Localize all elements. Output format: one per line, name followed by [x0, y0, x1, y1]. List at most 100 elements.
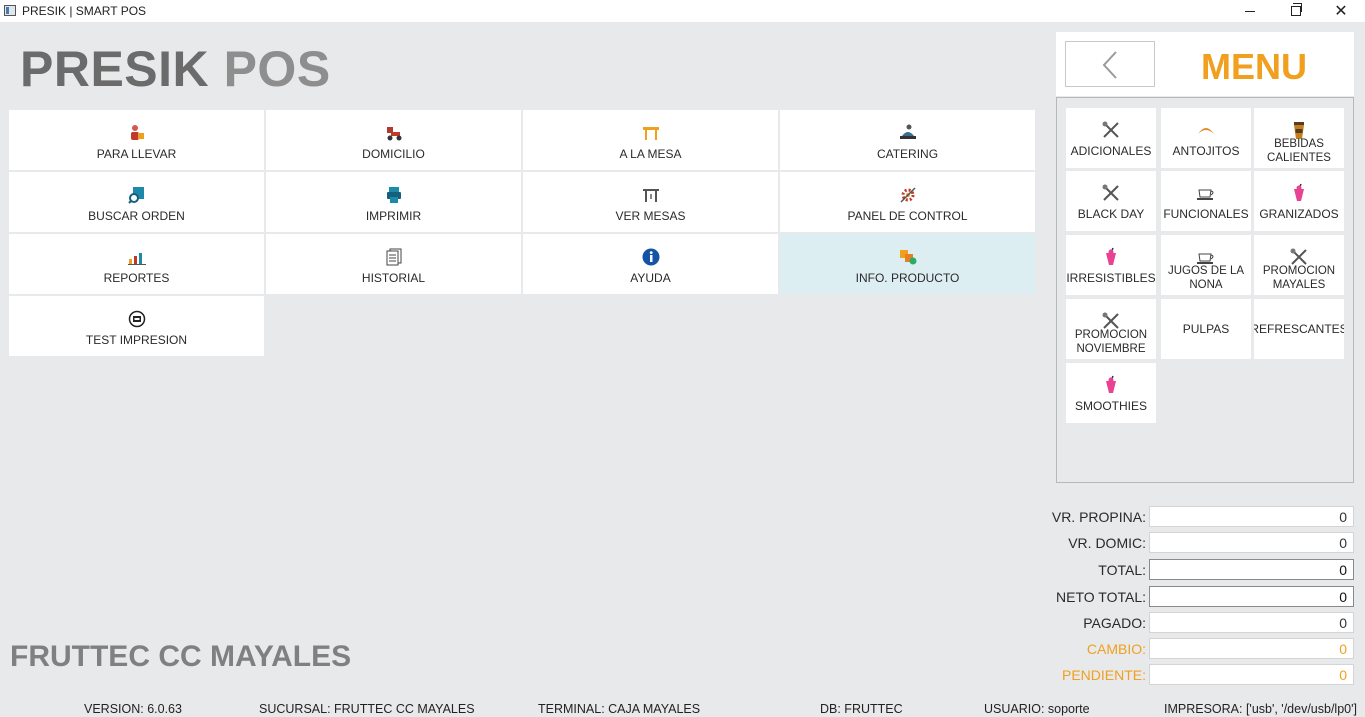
window-title: PRESIK | SMART POS	[22, 4, 147, 18]
category-jugos-de-la-nona[interactable]: JUGOS DE LA NONA	[1161, 235, 1251, 295]
smoothie-icon	[1106, 247, 1116, 265]
window-title-bar: PRESIK | SMART POS ✕	[0, 0, 1365, 22]
total-value-field[interactable]: 0	[1149, 532, 1354, 553]
total-row-domicilio: VR. DOMIC: 0	[1040, 532, 1354, 554]
status-printer: IMPRESORA: ['usb', '/dev/usb/lp0']	[1164, 702, 1357, 716]
action-label: REPORTES	[103, 271, 170, 285]
menu-title: MENU	[1201, 46, 1307, 87]
category-label: FUNCIONALES	[1163, 207, 1249, 221]
total-value-field[interactable]: 0	[1149, 664, 1354, 685]
smoothie-icon	[1106, 375, 1116, 393]
category-pulpas[interactable]: PULPAS	[1161, 299, 1251, 359]
product-info-icon	[899, 248, 917, 266]
action-reportes[interactable]: REPORTES	[9, 234, 264, 294]
action-label: VER MESAS	[615, 209, 686, 223]
action-label: PANEL DE CONTROL	[847, 209, 968, 223]
search-order-icon	[127, 186, 146, 204]
status-db: DB: FRUTTEC	[820, 702, 903, 716]
action-info-producto[interactable]: INFO. PRODUCTO	[780, 234, 1035, 294]
status-user: USUARIO: soporte	[984, 702, 1090, 716]
action-label: AYUDA	[630, 271, 671, 285]
category-adicionales[interactable]: ADICIONALES	[1066, 108, 1156, 168]
history-icon	[385, 248, 403, 266]
tables-icon	[642, 186, 660, 204]
category-black-day[interactable]: BLACK DAY	[1066, 171, 1156, 231]
category-refrescantes[interactable]: REFRESCANTES	[1254, 299, 1344, 359]
category-promocion-mayales[interactable]: PROMOCION MAYALES	[1254, 235, 1344, 295]
total-label: PAGADO:	[1083, 615, 1146, 631]
total-label: VR. PROPINA:	[1051, 509, 1146, 525]
action-label: A LA MESA	[619, 147, 682, 161]
total-value-field[interactable]: 0	[1149, 559, 1354, 580]
action-imprimir[interactable]: IMPRIMIR	[266, 172, 521, 232]
action-domicilio[interactable]: DOMICILIO	[266, 110, 521, 170]
total-value-field[interactable]: 0	[1149, 506, 1354, 527]
table-icon	[642, 124, 660, 142]
total-row-total: TOTAL: 0	[1040, 559, 1354, 581]
utensils-icon	[1102, 121, 1119, 138]
menu-back-button[interactable]	[1065, 41, 1155, 87]
takeaway-icon	[128, 124, 146, 142]
action-ayuda[interactable]: AYUDA	[523, 234, 778, 294]
info-icon	[642, 248, 660, 266]
category-label: PROMOCION MAYALES	[1262, 265, 1336, 291]
category-label: JUGOS DE LA NONA	[1167, 265, 1245, 291]
action-label: INFO. PRODUCTO	[855, 271, 960, 285]
control-panel-icon	[899, 186, 917, 204]
brand-part2: POS	[223, 41, 331, 97]
restore-icon	[1291, 3, 1302, 16]
category-label: REFRESCANTES	[1254, 322, 1344, 336]
action-label: IMPRIMIR	[365, 209, 422, 223]
category-label: SMOOTHIES	[1074, 399, 1147, 413]
menu-category-grid: ADICIONALES ANTOJITOS BEBIDAS CALIENTES …	[1056, 97, 1354, 483]
action-catering[interactable]: CATERING	[780, 110, 1035, 170]
maximize-button[interactable]	[1273, 0, 1319, 22]
category-bebidas-calientes[interactable]: BEBIDAS CALIENTES	[1254, 108, 1344, 168]
total-label: PENDIENTE:	[1061, 667, 1146, 683]
chevron-left-icon	[1102, 51, 1117, 79]
action-buscar-orden[interactable]: BUSCAR ORDEN	[9, 172, 264, 232]
total-value-field[interactable]: 0	[1149, 638, 1354, 659]
category-granizados[interactable]: GRANIZADOS	[1254, 171, 1344, 231]
category-label: IRRESISTIBLES	[1066, 271, 1156, 285]
category-label: BEBIDAS CALIENTES	[1267, 138, 1331, 164]
action-para-llevar[interactable]: PARA LLEVAR	[9, 110, 264, 170]
action-panel-de-control[interactable]: PANEL DE CONTROL	[780, 172, 1035, 232]
total-label: VR. DOMIC:	[1068, 535, 1146, 551]
print-test-icon	[128, 310, 146, 328]
category-smoothies[interactable]: SMOOTHIES	[1066, 363, 1156, 423]
minimize-button[interactable]	[1227, 0, 1273, 22]
croissant-icon	[1198, 128, 1214, 134]
total-row-neto: NETO TOTAL: 0	[1040, 586, 1354, 608]
action-label: PARA LLEVAR	[96, 147, 177, 161]
total-row-pagado: PAGADO: 0	[1040, 612, 1354, 634]
store-name: FRUTTEC CC MAYALES	[10, 640, 352, 673]
action-ver-mesas[interactable]: VER MESAS	[523, 172, 778, 232]
category-antojitos[interactable]: ANTOJITOS	[1161, 108, 1251, 168]
minimize-icon	[1245, 10, 1255, 12]
delivery-icon	[385, 124, 403, 142]
total-label: TOTAL:	[1098, 562, 1146, 578]
utensils-icon	[1102, 184, 1119, 201]
status-terminal: TERMINAL: CAJA MAYALES	[538, 702, 701, 716]
action-historial[interactable]: HISTORIAL	[266, 234, 521, 294]
status-branch: SUCURSAL: FRUTTEC CC MAYALES	[259, 702, 475, 716]
printer-icon	[385, 186, 403, 204]
total-value-field[interactable]: 0	[1149, 586, 1354, 607]
close-icon: ✕	[1334, 3, 1348, 20]
total-value-field[interactable]: 0	[1149, 612, 1354, 633]
total-label: CAMBIO:	[1086, 641, 1146, 657]
category-label: ADICIONALES	[1070, 144, 1152, 158]
action-test-impresion[interactable]: TEST IMPRESION	[9, 296, 264, 356]
category-irresistibles[interactable]: IRRESISTIBLES	[1066, 235, 1156, 295]
app-icon	[4, 5, 16, 16]
total-label: NETO TOTAL:	[1056, 589, 1146, 605]
teacup-icon	[1197, 189, 1214, 200]
category-funcionales[interactable]: FUNCIONALES	[1161, 171, 1251, 231]
catering-icon	[899, 124, 917, 142]
action-a-la-mesa[interactable]: A LA MESA	[523, 110, 778, 170]
category-promocion-noviembre[interactable]: PROMOCION NOVIEMBRE	[1066, 299, 1156, 359]
total-row-propina: VR. PROPINA: 0	[1040, 506, 1354, 528]
close-button[interactable]: ✕	[1318, 0, 1364, 22]
menu-header: MENU	[1056, 32, 1354, 96]
